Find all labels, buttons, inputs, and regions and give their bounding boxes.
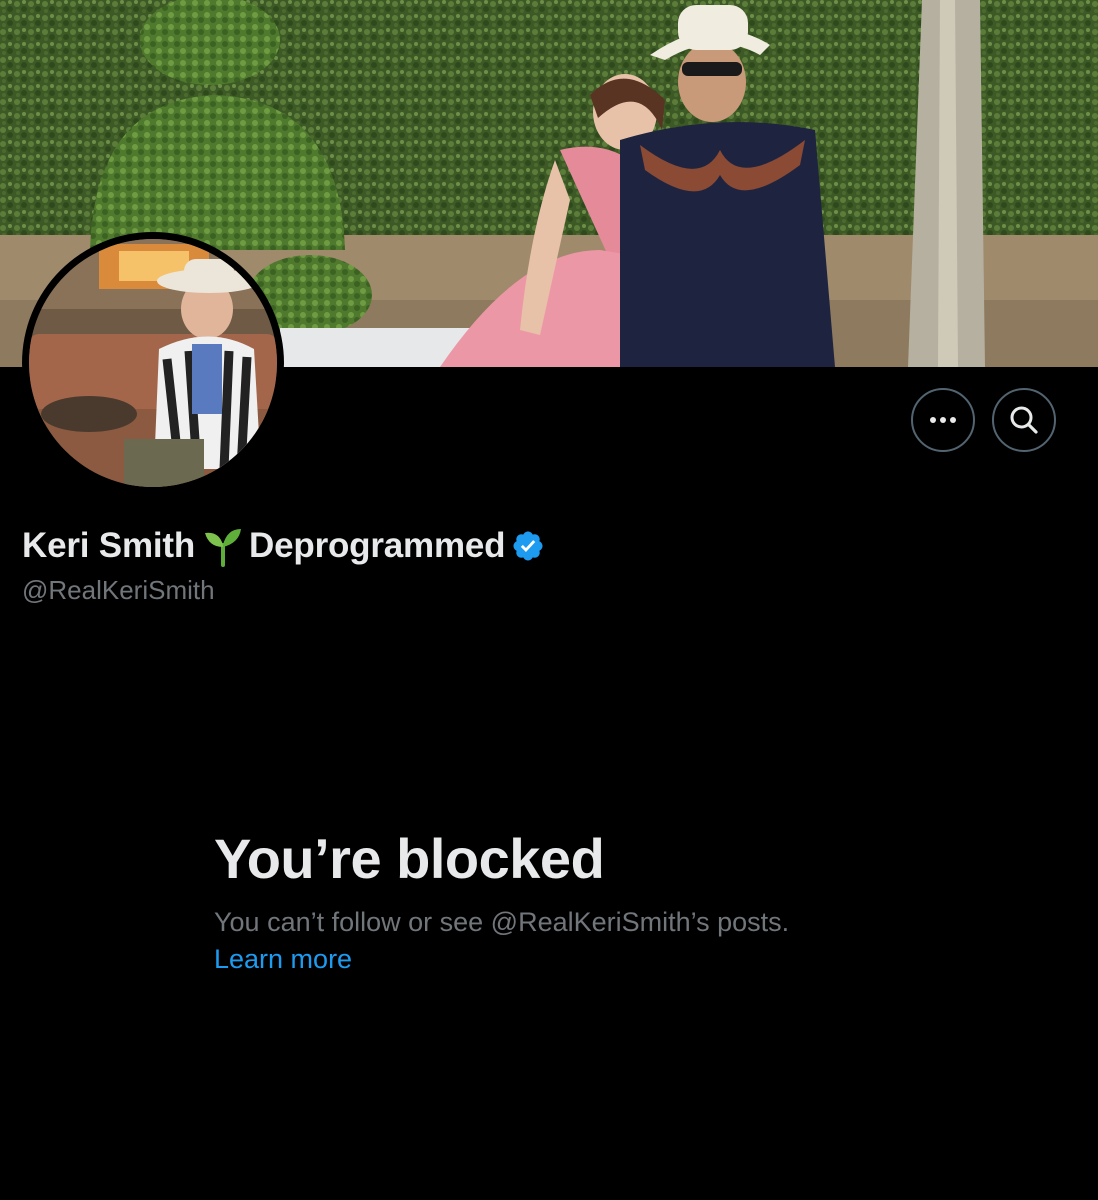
display-name-part-2: Deprogrammed xyxy=(249,526,506,565)
display-name-part-1: Keri Smith xyxy=(22,526,196,565)
blocked-description: You can’t follow or see @RealKeriSmith’s… xyxy=(214,907,790,937)
seedling-icon xyxy=(205,529,242,567)
search-button[interactable] xyxy=(992,388,1056,452)
learn-more-link[interactable]: Learn more xyxy=(214,944,352,975)
search-icon xyxy=(1010,406,1038,434)
more-options-icon xyxy=(930,417,956,423)
avatar-photo xyxy=(29,239,277,487)
verified-badge-icon[interactable] xyxy=(511,529,545,563)
profile-handle: @RealKeriSmith xyxy=(22,575,215,605)
profile-avatar[interactable] xyxy=(22,232,284,494)
more-options-button[interactable] xyxy=(911,388,975,452)
blocked-title: You’re blocked xyxy=(214,827,605,890)
profile-name-row: Keri Smith Deprogrammed xyxy=(22,524,545,568)
